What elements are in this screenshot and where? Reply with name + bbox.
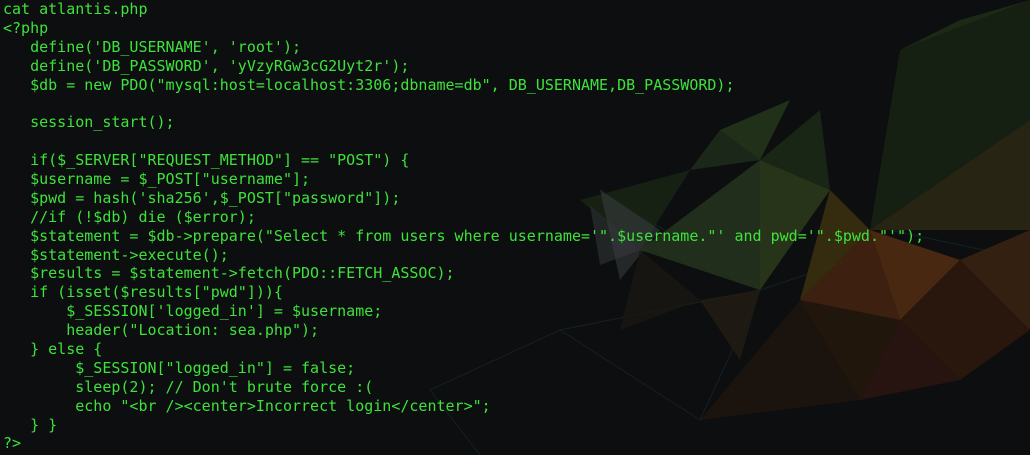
terminal-line: $results = $statement->fetch(PDO::FETCH_…: [3, 264, 455, 283]
terminal-line: session_start();: [3, 113, 175, 132]
terminal-line: if($_SERVER["REQUEST_METHOD"] == "POST")…: [3, 151, 410, 170]
terminal-line: echo "<br /><center>Incorrect login</cen…: [3, 396, 491, 415]
terminal-line: define('DB_USERNAME', 'root');: [3, 37, 302, 56]
terminal-line: } }: [3, 415, 58, 434]
terminal-line: } else {: [3, 340, 103, 359]
terminal-line: $pwd = hash('sha256',$_POST["password"])…: [3, 188, 401, 207]
terminal-line: ?>: [3, 434, 22, 453]
terminal-line: $statement = $db->prepare("Select * from…: [3, 226, 925, 245]
terminal-line: sleep(2); // Don't brute force :(: [3, 377, 374, 396]
terminal-line: //if (!$db) die ($error);: [3, 207, 256, 226]
terminal-line: $statement->execute();: [3, 245, 229, 264]
terminal-line: $_SESSION['logged_in'] = $username;: [3, 302, 383, 321]
terminal-line: if (isset($results["pwd"])){: [3, 283, 283, 302]
terminal-line: define('DB_PASSWORD', 'yVzyRGw3cG2Uyt2r'…: [3, 56, 410, 75]
terminal-line: $_SESSION["logged_in"] = false;: [3, 358, 356, 377]
terminal-line: $username = $_POST["username"];: [3, 170, 311, 189]
terminal-line: <?php: [3, 18, 49, 37]
terminal-line: $db = new PDO("mysql:host=localhost:3306…: [3, 75, 735, 94]
terminal-window[interactable]: cat atlantis.php <?php define('DB_USERNAM…: [0, 0, 1030, 455]
terminal-line: header("Location: sea.php");: [3, 321, 320, 340]
terminal-output[interactable]: cat atlantis.php <?php define('DB_USERNAM…: [3, 0, 924, 453]
terminal-line: cat atlantis.php: [3, 0, 148, 18]
